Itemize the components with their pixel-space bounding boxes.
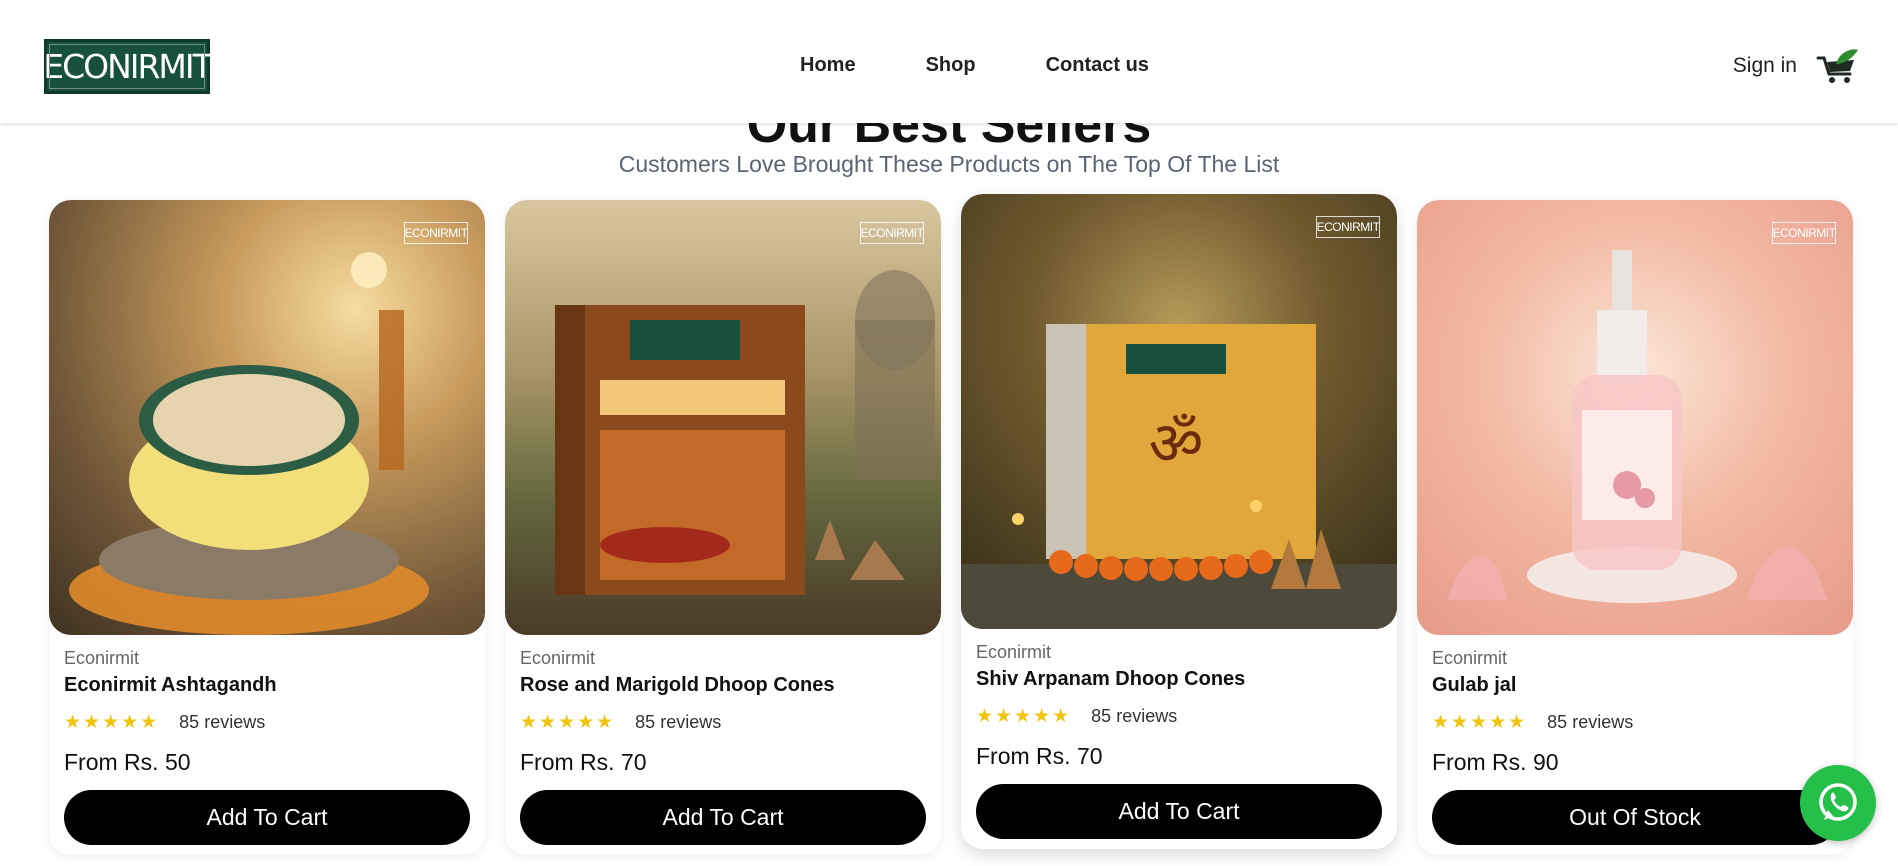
product-image[interactable]: ECONIRMIT: [1417, 200, 1853, 635]
product-image[interactable]: ECONIRMIT: [505, 200, 941, 635]
nav-shop[interactable]: Shop: [926, 54, 976, 77]
main-nav: Home Shop Contact us: [800, 54, 1149, 77]
add-to-cart-button[interactable]: Add To Cart: [64, 790, 470, 845]
nav-contact[interactable]: Contact us: [1046, 54, 1149, 77]
product-rating: ★★★★★ 85 reviews: [520, 711, 721, 734]
product-image[interactable]: ECONIRMIT: [49, 200, 485, 635]
product-price: From Rs. 70: [976, 743, 1103, 769]
cart-icon[interactable]: [1814, 46, 1860, 86]
add-to-cart-button[interactable]: Add To Cart: [520, 790, 926, 845]
review-count[interactable]: 85 reviews: [179, 712, 265, 733]
section-subtitle: Customers Love Brought These Products on…: [618, 151, 1280, 177]
product-image[interactable]: ॐ ECONIRMIT: [961, 194, 1397, 629]
svg-text:ॐ: ॐ: [1149, 409, 1204, 479]
product-rating: ★★★★★ 85 reviews: [976, 705, 1177, 728]
site-header: ECONIRMIT Home Shop Contact us Sign in: [0, 0, 1898, 123]
whatsapp-icon[interactable]: [1800, 765, 1876, 841]
product-card[interactable]: ECONIRMIT Econirmit Rose and Marigold Dh…: [505, 200, 941, 855]
logo-text: ECONIRMIT: [43, 47, 213, 86]
product-card[interactable]: ॐ ECONIRMIT Econirmit Shiv Arpanam Dhoop…: [961, 194, 1397, 849]
product-name[interactable]: Gulab jal: [1432, 674, 1516, 697]
product-price: From Rs. 70: [520, 749, 647, 775]
product-rating: ★★★★★ 85 reviews: [1432, 711, 1633, 734]
product-brand: Econirmit: [976, 642, 1052, 662]
product-brand: Econirmit: [520, 648, 596, 668]
sign-in-link[interactable]: Sign in: [1733, 54, 1797, 78]
product-price: From Rs. 50: [64, 749, 191, 775]
image-brand-logo: ECONIRMIT: [404, 222, 468, 244]
review-count[interactable]: 85 reviews: [1091, 706, 1177, 727]
product-name[interactable]: Shiv Arpanam Dhoop Cones: [976, 668, 1245, 691]
add-to-cart-button[interactable]: Add To Cart: [976, 784, 1382, 839]
star-rating-icon: ★★★★★: [976, 706, 1072, 727]
product-rating: ★★★★★ 85 reviews: [64, 711, 265, 734]
product-price: From Rs. 90: [1432, 749, 1559, 775]
image-brand-logo: ECONIRMIT: [860, 222, 924, 244]
product-brand: Econirmit: [1432, 648, 1508, 668]
star-rating-icon: ★★★★★: [1432, 712, 1528, 733]
product-card[interactable]: ECONIRMIT Econirmit Econirmit Ashtagandh…: [49, 200, 485, 855]
site-logo[interactable]: ECONIRMIT: [43, 39, 213, 94]
out-of-stock-button[interactable]: Out Of Stock: [1432, 790, 1838, 845]
review-count[interactable]: 85 reviews: [635, 712, 721, 733]
nav-home[interactable]: Home: [800, 54, 856, 77]
product-name[interactable]: Econirmit Ashtagandh: [64, 674, 277, 697]
product-brand: Econirmit: [64, 648, 140, 668]
review-count[interactable]: 85 reviews: [1547, 712, 1633, 733]
image-brand-logo: ECONIRMIT: [1316, 216, 1380, 238]
star-rating-icon: ★★★★★: [520, 712, 616, 733]
star-rating-icon: ★★★★★: [64, 712, 160, 733]
product-card[interactable]: ECONIRMIT Econirmit Gulab jal ★★★★★ 85 r…: [1417, 200, 1853, 855]
product-name[interactable]: Rose and Marigold Dhoop Cones: [520, 674, 834, 697]
image-brand-logo: ECONIRMIT: [1772, 222, 1836, 244]
